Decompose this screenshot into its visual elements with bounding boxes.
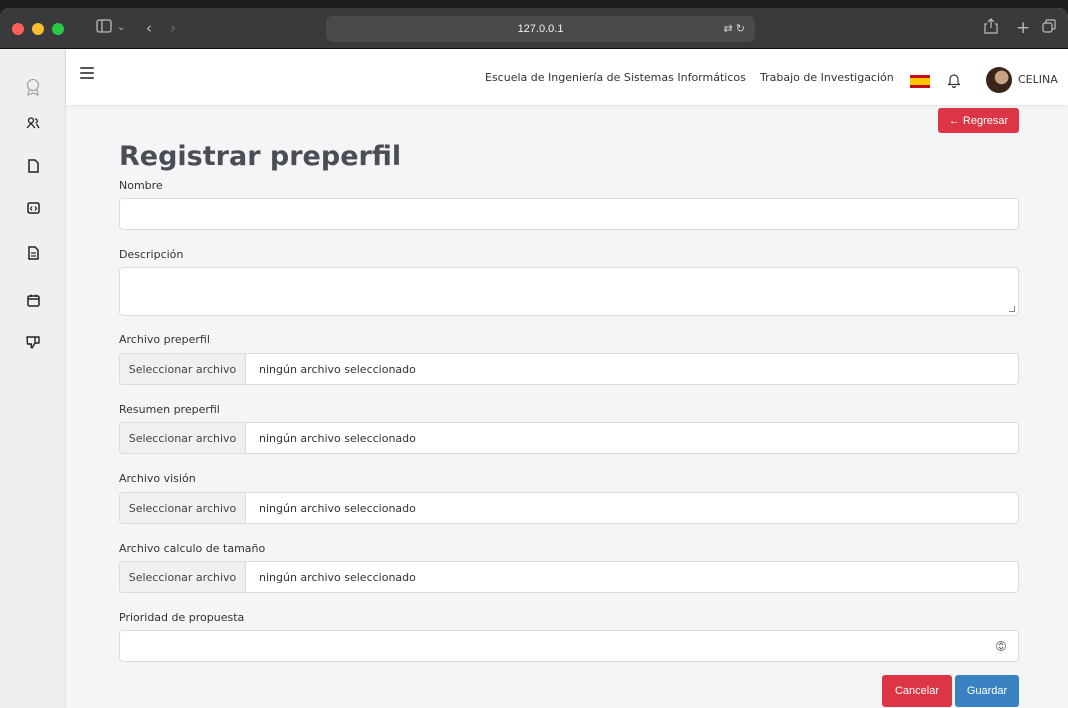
logo-icon[interactable] xyxy=(22,76,44,98)
name-input[interactable] xyxy=(119,198,1019,230)
file-status: ningún archivo seleccionado xyxy=(259,362,416,376)
tabs-overview-icon[interactable] xyxy=(1042,18,1056,38)
browser-window: ⌄ ‹ › 127.0.0.1 ⇄ ↻ + Escuela de Ingenie… xyxy=(0,8,1068,708)
spain-flag-icon[interactable] xyxy=(910,75,930,88)
select-file-button[interactable]: Seleccionar archivo xyxy=(120,493,246,523)
select-arrows-icon xyxy=(996,639,1006,653)
document-icon[interactable] xyxy=(22,155,44,177)
description-label: Descripción xyxy=(119,248,184,261)
back-button[interactable]: ← Regresar xyxy=(938,108,1019,133)
thumbs-down-icon[interactable] xyxy=(22,331,44,353)
resize-handle[interactable] xyxy=(1009,306,1015,312)
file-status: ningún archivo seleccionado xyxy=(259,501,416,515)
file-input-resumen[interactable]: Seleccionar archivo ningún archivo selec… xyxy=(119,422,1019,454)
share-icon[interactable] xyxy=(984,18,998,39)
code-window-icon[interactable] xyxy=(22,197,44,219)
description-textarea[interactable] xyxy=(119,267,1019,316)
file-status: ningún archivo seleccionado xyxy=(259,431,416,445)
file-input-tamano[interactable]: Seleccionar archivo ningún archivo selec… xyxy=(119,561,1019,593)
minimize-window-button[interactable] xyxy=(32,23,44,35)
cancel-button[interactable]: Cancelar xyxy=(882,675,952,707)
url-text: 127.0.0.1 xyxy=(517,23,564,35)
select-file-button[interactable]: Seleccionar archivo xyxy=(120,423,246,453)
name-label: Nombre xyxy=(119,179,163,192)
bell-icon[interactable] xyxy=(947,72,963,89)
chevron-down-icon[interactable]: ⌄ xyxy=(117,18,125,38)
file-label-preperfil: Archivo preperfil xyxy=(119,333,210,346)
browser-titlebar: ⌄ ‹ › 127.0.0.1 ⇄ ↻ + xyxy=(0,8,1068,49)
file-input-vision[interactable]: Seleccionar archivo ningún archivo selec… xyxy=(119,492,1019,524)
menu-icon[interactable] xyxy=(80,67,94,79)
select-file-button[interactable]: Seleccionar archivo xyxy=(120,354,246,384)
select-file-button[interactable]: Seleccionar archivo xyxy=(120,562,246,592)
back-arrow-icon[interactable]: ‹ xyxy=(146,18,152,38)
file-status: ningún archivo seleccionado xyxy=(259,570,416,584)
nav-link-research[interactable]: Trabajo de Investigación xyxy=(760,71,894,84)
sidebar-toggle-icon[interactable] xyxy=(96,18,112,38)
file-label-vision: Archivo visión xyxy=(119,472,196,485)
calendar-icon[interactable] xyxy=(22,289,44,311)
avatar[interactable] xyxy=(986,67,1012,93)
file-input-preperfil[interactable]: Seleccionar archivo ningún archivo selec… xyxy=(119,353,1019,385)
sidebar xyxy=(0,49,66,708)
page-title: Registrar preperfil xyxy=(119,141,402,172)
nav-link-school[interactable]: Escuela de Ingeniería de Sistemas Inform… xyxy=(485,71,746,84)
maximize-window-button[interactable] xyxy=(52,23,64,35)
priority-select[interactable] xyxy=(119,630,1019,662)
top-navbar: Escuela de Ingeniería de Sistemas Inform… xyxy=(66,49,1068,105)
forward-arrow-icon[interactable]: › xyxy=(170,18,176,38)
file-label-tamano: Archivo calculo de tamaño xyxy=(119,542,266,555)
close-window-button[interactable] xyxy=(12,23,24,35)
username-label[interactable]: CELINA xyxy=(1018,73,1058,86)
address-bar[interactable]: 127.0.0.1 ⇄ ↻ xyxy=(326,16,755,42)
file-text-icon[interactable] xyxy=(22,242,44,264)
users-icon[interactable] xyxy=(22,112,44,134)
translate-reload-icons[interactable]: ⇄ ↻ xyxy=(724,16,746,42)
save-button[interactable]: Guardar xyxy=(955,675,1019,707)
new-tab-icon[interactable]: + xyxy=(1016,18,1030,38)
priority-label: Prioridad de propuesta xyxy=(119,611,245,624)
file-label-resumen: Resumen preperfil xyxy=(119,403,220,416)
